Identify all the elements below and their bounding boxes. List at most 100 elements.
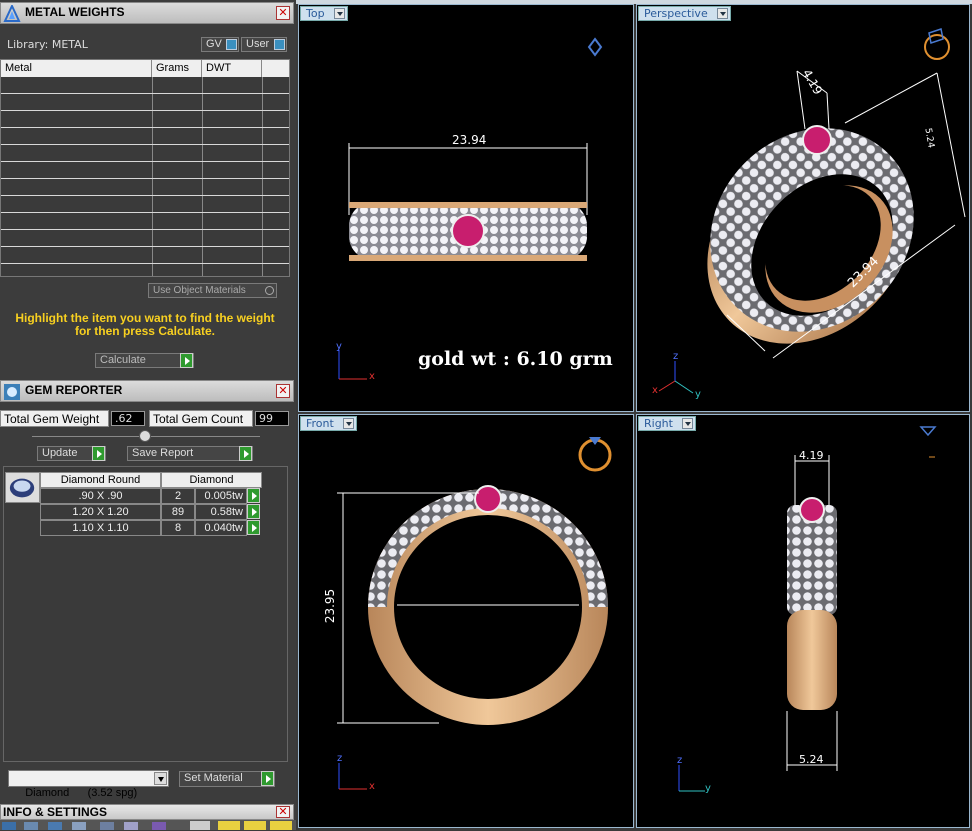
viewport-right-tab[interactable]: Right [638, 416, 696, 431]
viewport-perspective[interactable]: Perspective 4.19 23.94 5.24 z x y [636, 4, 970, 412]
play-icon [180, 353, 193, 368]
slider-handle[interactable] [139, 430, 151, 442]
viewport-front[interactable]: Front 23.95 z x [298, 414, 634, 828]
table-row[interactable] [1, 195, 289, 196]
toolbar-icon[interactable] [100, 822, 114, 830]
gem-reporter-titlebar: GEM REPORTER ✕ [0, 380, 294, 402]
metal-weights-close-button[interactable]: ✕ [276, 6, 290, 20]
right-dim-top: 4.19 [799, 449, 824, 462]
update-label: Update [42, 447, 78, 459]
set-material-label: Set Material [184, 772, 243, 784]
toolbar-icon[interactable] [124, 822, 138, 830]
viewport-right-label: Right [644, 417, 673, 430]
toolbar-icon[interactable] [48, 822, 62, 830]
table-row[interactable] [1, 144, 289, 145]
toolbar-strip [0, 820, 296, 830]
metal-weights-titlebar: METAL WEIGHTS ✕ [0, 2, 294, 24]
axis-y-label: y [705, 783, 711, 794]
row-action-button[interactable] [247, 504, 260, 519]
axis-x-label: x [652, 385, 658, 396]
metal-weights-table[interactable]: Metal Grams DWT [0, 59, 290, 277]
gem-view-icon[interactable] [919, 426, 937, 437]
table-row[interactable] [1, 246, 289, 247]
gold-edge [349, 202, 587, 208]
table-row[interactable] [1, 212, 289, 213]
column-header-grams[interactable]: Grams [152, 60, 202, 77]
use-object-materials-label: Use Object Materials [153, 285, 246, 296]
material-select-value: Diamond (3.52 spg) [25, 787, 138, 799]
column-header-dwt[interactable]: DWT [202, 60, 262, 77]
row-weight: 0.005tw [195, 488, 247, 504]
chevron-down-icon [716, 8, 728, 19]
toolbar-icon[interactable] [270, 821, 292, 830]
toolbar-icon[interactable] [72, 822, 86, 830]
table-row[interactable] [1, 93, 289, 94]
save-report-label: Save Report [132, 447, 194, 459]
gv-label: GV [206, 38, 222, 50]
info-settings-title: INFO & SETTINGS [3, 805, 108, 819]
total-gem-weight-label: Total Gem Weight [0, 410, 109, 427]
row-action-button[interactable] [247, 488, 260, 503]
user-indicator-icon [274, 39, 285, 50]
material-select[interactable]: Diamond (3.52 spg) [8, 770, 169, 799]
info-settings-titlebar: INFO & SETTINGS ✕ [0, 804, 294, 820]
table-row[interactable] [1, 229, 289, 230]
dimension-line [844, 72, 938, 124]
update-button[interactable]: Update [37, 446, 106, 461]
row-weight: 0.58tw [195, 504, 247, 520]
diamond-thumbnail[interactable] [5, 472, 40, 503]
front-dimension-label: 23.95 [323, 588, 338, 624]
gv-toggle[interactable]: GV [201, 37, 239, 52]
ruby-stone [802, 125, 832, 155]
toolbar-icon[interactable] [218, 821, 240, 830]
viewport-top-tab[interactable]: Top [300, 6, 348, 21]
perspective-view-canvas [658, 28, 966, 394]
row-size: 1.20 X 1.20 [40, 504, 161, 520]
info-settings-close-button[interactable]: ✕ [276, 806, 290, 818]
chevron-down-icon [333, 8, 345, 19]
axis-x-label: x [369, 781, 375, 792]
table-row[interactable] [1, 178, 289, 179]
table-row[interactable] [1, 161, 289, 162]
viewport-front-tab[interactable]: Front [300, 416, 357, 431]
gem-view-icon[interactable] [587, 37, 603, 57]
instruction-line-2: for then press Calculate. [74, 324, 216, 338]
play-icon [92, 446, 105, 461]
use-object-materials-toggle[interactable]: Use Object Materials [148, 283, 277, 298]
toolbar-icon[interactable] [244, 821, 266, 830]
gold-weight-overlay: gold wt : 6.10 grm [418, 348, 613, 370]
viewport-perspective-tab[interactable]: Perspective [638, 6, 731, 21]
ring-view-icon[interactable] [924, 34, 950, 60]
dimension-line [936, 72, 966, 218]
user-toggle[interactable]: User [241, 37, 287, 52]
table-row[interactable] [1, 127, 289, 128]
ruby-stone [799, 497, 825, 523]
viewport-front-label: Front [306, 417, 334, 430]
app-logo-icon [3, 5, 21, 22]
table-header-diamond: Diamond [161, 472, 262, 488]
row-action-button[interactable] [247, 520, 260, 535]
chevron-down-icon [681, 418, 693, 429]
chevron-down-icon [154, 772, 167, 785]
set-material-button[interactable]: Set Material [179, 771, 275, 787]
calculate-button[interactable]: Calculate [95, 353, 194, 368]
table-header-diamond-round: Diamond Round [40, 472, 161, 488]
viewport-right[interactable]: Right 4.19 5.24 z y [636, 414, 970, 828]
dimension-tick [826, 92, 830, 130]
gem-reporter-close-button[interactable]: ✕ [276, 384, 290, 398]
row-count: 2 [161, 488, 195, 504]
toolbar-icon[interactable] [152, 822, 166, 830]
column-header-metal[interactable]: Metal [1, 60, 152, 77]
row-size: 1.10 X 1.10 [40, 520, 161, 536]
toolbar-icon[interactable] [24, 822, 38, 830]
toolbar-icon[interactable] [2, 822, 16, 830]
table-row[interactable] [1, 110, 289, 111]
table-row[interactable] [1, 263, 289, 264]
save-report-button[interactable]: Save Report [127, 446, 253, 461]
row-weight: 0.040tw [195, 520, 247, 536]
axis-x-line [658, 380, 676, 392]
user-label: User [246, 38, 270, 50]
viewport-top-label: Top [306, 7, 325, 20]
toolbar-icon[interactable] [190, 821, 210, 830]
radio-icon [265, 286, 274, 295]
